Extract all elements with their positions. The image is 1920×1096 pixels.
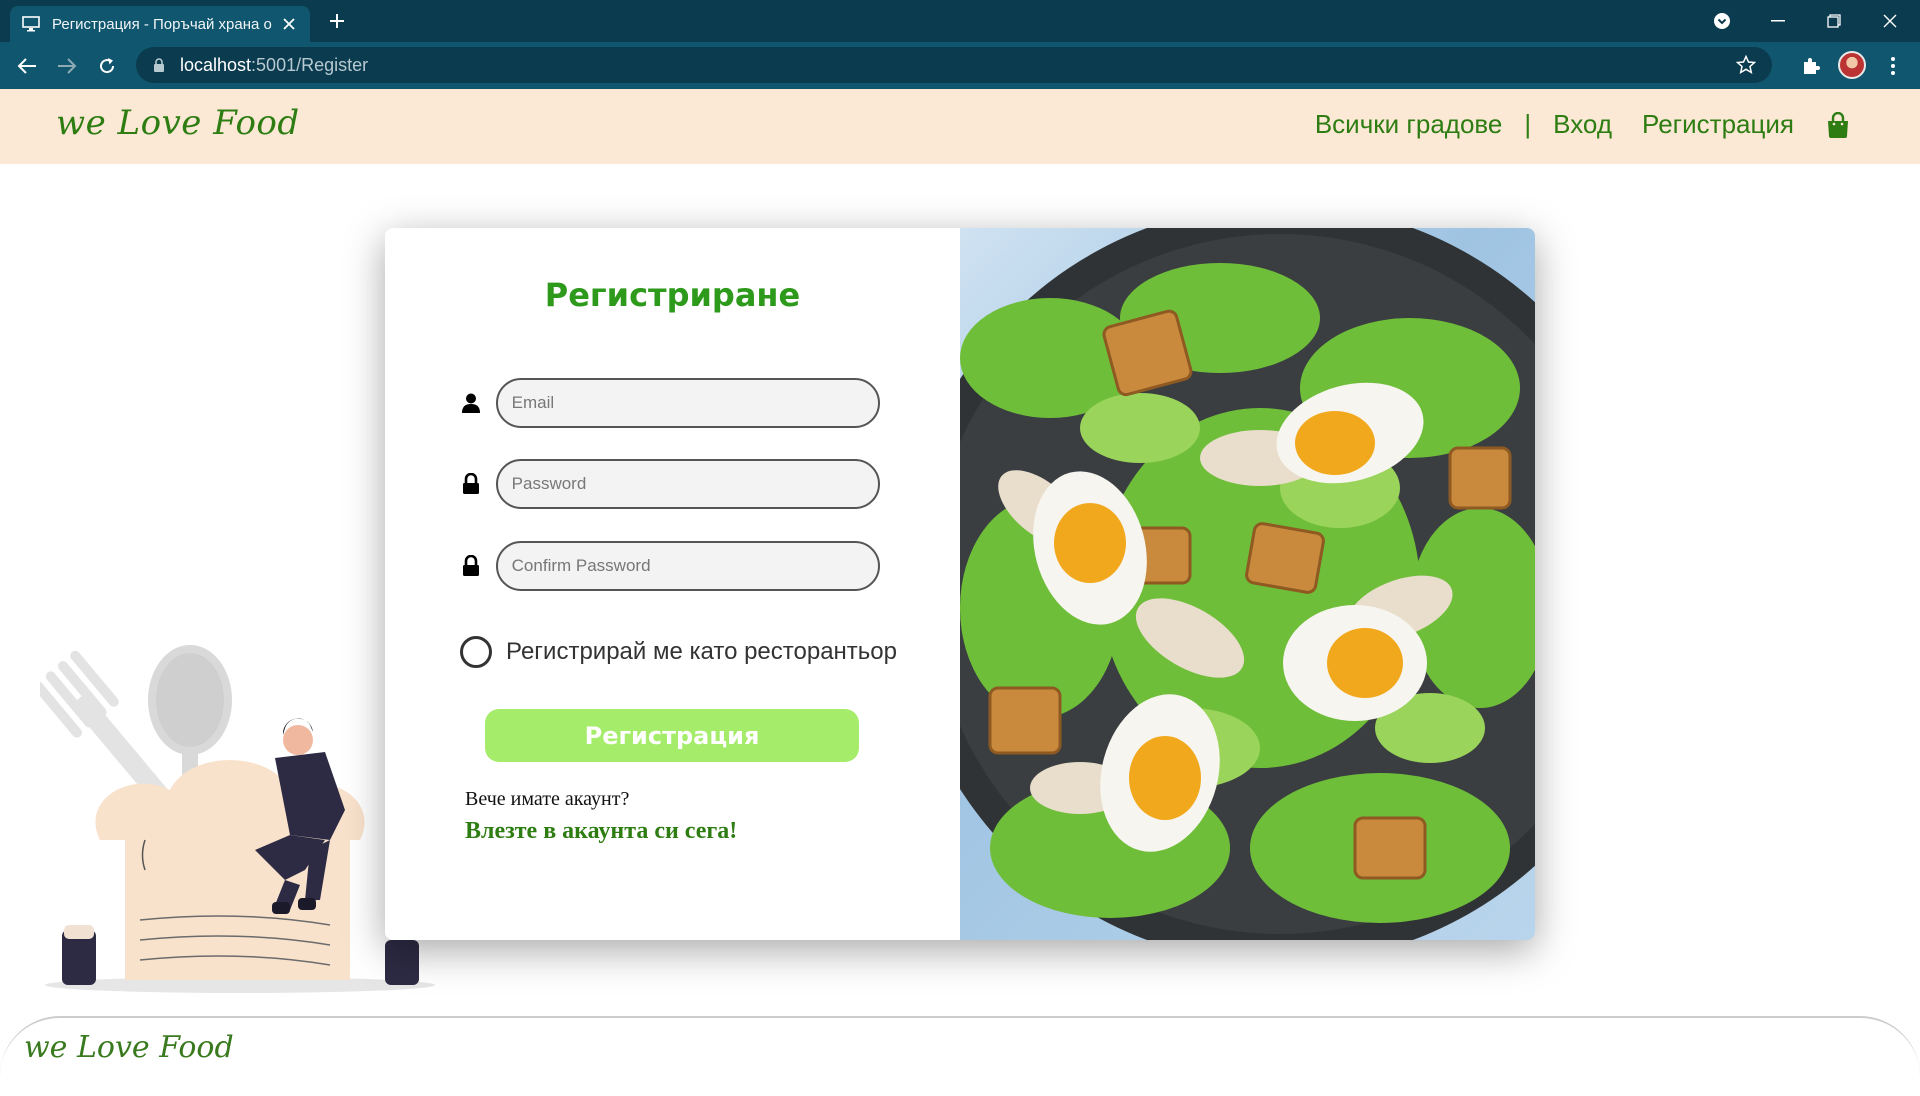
site-header: we Love Food Всички градове | Вход Регис…: [0, 89, 1920, 164]
reload-icon[interactable]: [93, 52, 121, 80]
restaurateur-radio[interactable]: [460, 636, 492, 668]
confirm-password-field[interactable]: [495, 541, 880, 591]
lock-icon[interactable]: [150, 56, 168, 74]
confirm-password-row: [460, 541, 880, 591]
password-row: [460, 459, 880, 509]
email-field[interactable]: [495, 378, 880, 428]
chef-hat-illustration: [40, 645, 435, 993]
puzzle-icon[interactable]: [1798, 53, 1824, 79]
minimize-icon[interactable]: [1750, 0, 1806, 42]
avatar[interactable]: [1838, 51, 1866, 79]
site-footer: we Love Food: [0, 1016, 1920, 1096]
browser-tab-active[interactable]: Регистрация - Поръчай храна о: [10, 6, 310, 42]
forward-icon[interactable]: [53, 52, 81, 80]
restaurateur-label: Регистрирай ме като ресторантьор: [506, 638, 897, 665]
user-icon: [460, 391, 482, 415]
tab-search-icon[interactable]: [1694, 0, 1750, 42]
register-form: Регистриране Регистрирай ме като рестора…: [385, 228, 960, 940]
monitor-icon: [22, 15, 40, 33]
url-text: localhost:5001/Register: [180, 54, 369, 75]
star-icon[interactable]: [1735, 54, 1757, 75]
menu-dots-icon[interactable]: [1880, 53, 1906, 79]
main-nav: Всички градове | Вход Регистрация: [1315, 109, 1852, 140]
salad-photo: [960, 228, 1535, 940]
restaurateur-option[interactable]: Регистрирай ме като ресторантьор: [460, 636, 897, 668]
back-icon[interactable]: [13, 52, 41, 80]
logo[interactable]: we Love Food: [56, 103, 300, 143]
address-bar[interactable]: localhost:5001/Register: [136, 47, 1772, 83]
nav-login[interactable]: Вход: [1553, 109, 1612, 140]
plus-icon[interactable]: [325, 9, 349, 33]
register-card: Регистриране Регистрирай ме като рестора…: [385, 228, 1535, 940]
padlock-icon: [460, 472, 482, 496]
footer-logo[interactable]: we Love Food: [24, 1030, 234, 1065]
register-button[interactable]: Регистрация: [485, 709, 859, 762]
password-field[interactable]: [495, 459, 880, 509]
login-link[interactable]: Влезте в акаунта си сега!: [465, 818, 737, 845]
have-account-text: Вече имате акаунт?: [465, 788, 630, 810]
nav-all-cities[interactable]: Всички градове: [1315, 109, 1503, 140]
padlock-icon: [460, 554, 482, 578]
email-row: [460, 378, 880, 428]
browser-toolbar: localhost:5001/Register: [0, 42, 1920, 89]
window-close-icon[interactable]: [1862, 0, 1918, 42]
tab-title: Регистрация - Поръчай храна о: [52, 15, 272, 33]
nav-separator: |: [1524, 109, 1532, 139]
restore-icon[interactable]: [1806, 0, 1862, 42]
close-icon[interactable]: [280, 15, 298, 33]
salad-image: [960, 228, 1535, 940]
nav-register[interactable]: Регистрация: [1642, 109, 1794, 140]
browser-tab-bar: Регистрация - Поръчай храна о: [0, 0, 1920, 42]
form-title: Регистриране: [544, 276, 801, 314]
shopping-bag-icon[interactable]: [1824, 111, 1852, 139]
